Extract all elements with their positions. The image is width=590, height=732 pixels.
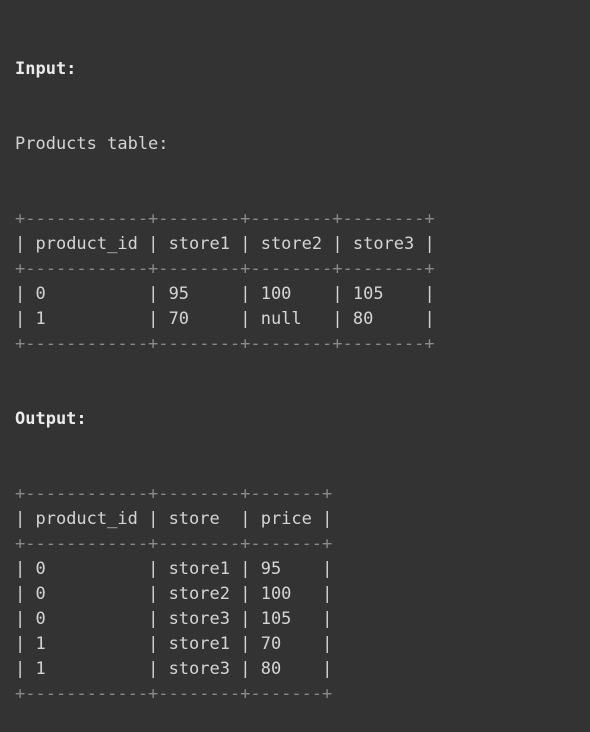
output-table-row: | 0 | store2 | 100 | [15, 582, 435, 607]
column-separator: | [137, 234, 169, 254]
input-table-border-line: +------------+--------+--------+--------… [15, 209, 435, 229]
output-table-border-line: +------------+--------+-------+ [15, 484, 333, 504]
column-separator: | [311, 659, 333, 679]
column-separator: | [311, 609, 333, 629]
input-table-cell: store3 [352, 234, 415, 254]
output-table-cell: product_id [35, 509, 138, 529]
input-heading: Input: [15, 59, 77, 79]
column-separator: | [137, 309, 169, 329]
output-table-header-row: | product_id | store | price | [15, 507, 435, 532]
column-separator: | [15, 284, 36, 304]
output-table-row: | 1 | store3 | 80 | [15, 657, 435, 682]
column-separator: | [137, 284, 169, 304]
column-separator: | [15, 559, 36, 579]
output-table-cell: 1 [35, 659, 138, 679]
output-table-cell: 105 [260, 609, 312, 629]
column-separator: | [322, 309, 353, 329]
column-separator: | [311, 634, 333, 654]
input-table-header-row: | product_id | store1 | store2 | store3 … [15, 232, 435, 257]
output-table-cell: 80 [260, 659, 312, 679]
input-table-row: | 0 | 95 | 100 | 105 | [15, 282, 435, 307]
column-separator: | [311, 559, 333, 579]
input-table: +------------+--------+--------+--------… [15, 207, 435, 357]
output-table-cell: 100 [260, 584, 312, 604]
output-table-cell: price [260, 509, 312, 529]
output-table: +------------+--------+-------+ | product… [15, 482, 435, 707]
input-table-border-line: +------------+--------+--------+--------… [15, 259, 435, 279]
column-separator: | [137, 509, 169, 529]
input-table-cell: 95 [168, 284, 230, 304]
column-separator: | [229, 634, 261, 654]
column-separator: | [322, 284, 353, 304]
column-separator: | [137, 634, 169, 654]
column-separator: | [229, 509, 261, 529]
input-table-cell: 105 [352, 284, 415, 304]
column-separator: | [311, 584, 333, 604]
output-table-cell: 95 [260, 559, 312, 579]
output-table-cell: 70 [260, 634, 312, 654]
output-heading: Output: [15, 409, 87, 429]
output-table-border-line: +------------+--------+-------+ [15, 684, 333, 704]
output-table-row: | 0 | store1 | 95 | [15, 557, 435, 582]
input-table-cell: store2 [260, 234, 323, 254]
column-separator: | [322, 234, 353, 254]
column-separator: | [229, 659, 261, 679]
column-separator: | [15, 509, 36, 529]
column-separator: | [229, 584, 261, 604]
input-table-cell: 100 [260, 284, 323, 304]
input-table-cell: 1 [35, 309, 138, 329]
column-separator: | [229, 234, 261, 254]
column-separator: | [137, 609, 169, 629]
column-separator: | [15, 584, 36, 604]
input-table-cell: product_id [35, 234, 138, 254]
column-separator: | [15, 634, 36, 654]
column-separator: | [229, 609, 261, 629]
column-separator: | [15, 609, 36, 629]
input-table-border-line: +------------+--------+--------+--------… [15, 334, 435, 354]
input-table-cell: 0 [35, 284, 138, 304]
output-table-cell: 1 [35, 634, 138, 654]
output-table-cell: store [168, 509, 230, 529]
output-table-cell: store1 [168, 559, 230, 579]
output-table-cell: 0 [35, 559, 138, 579]
column-separator: | [137, 659, 169, 679]
column-separator: | [229, 284, 261, 304]
output-table-cell: store2 [168, 584, 230, 604]
column-separator: | [414, 309, 435, 329]
output-table-row: | 1 | store1 | 70 | [15, 632, 435, 657]
output-table-row: | 0 | store3 | 105 | [15, 607, 435, 632]
output-table-cell: store1 [168, 634, 230, 654]
column-separator: | [311, 509, 333, 529]
input-table-cell: null [260, 309, 323, 329]
input-table-cell: 70 [168, 309, 230, 329]
output-table-cell: store3 [168, 609, 230, 629]
input-table-cell: 80 [352, 309, 415, 329]
column-separator: | [414, 284, 435, 304]
column-separator: | [137, 584, 169, 604]
column-separator: | [15, 659, 36, 679]
output-table-border-line: +------------+--------+-------+ [15, 534, 333, 554]
output-table-cell: 0 [35, 609, 138, 629]
code-output-block: Input: Products table: +------------+---… [15, 7, 435, 732]
column-separator: | [414, 234, 435, 254]
column-separator: | [15, 234, 36, 254]
input-table-cell: store1 [168, 234, 230, 254]
column-separator: | [137, 559, 169, 579]
column-separator: | [15, 309, 36, 329]
input-table-row: | 1 | 70 | null | 80 | [15, 307, 435, 332]
column-separator: | [229, 309, 261, 329]
output-table-cell: 0 [35, 584, 138, 604]
column-separator: | [229, 559, 261, 579]
output-table-cell: store3 [168, 659, 230, 679]
products-table-caption: Products table: [15, 134, 169, 154]
